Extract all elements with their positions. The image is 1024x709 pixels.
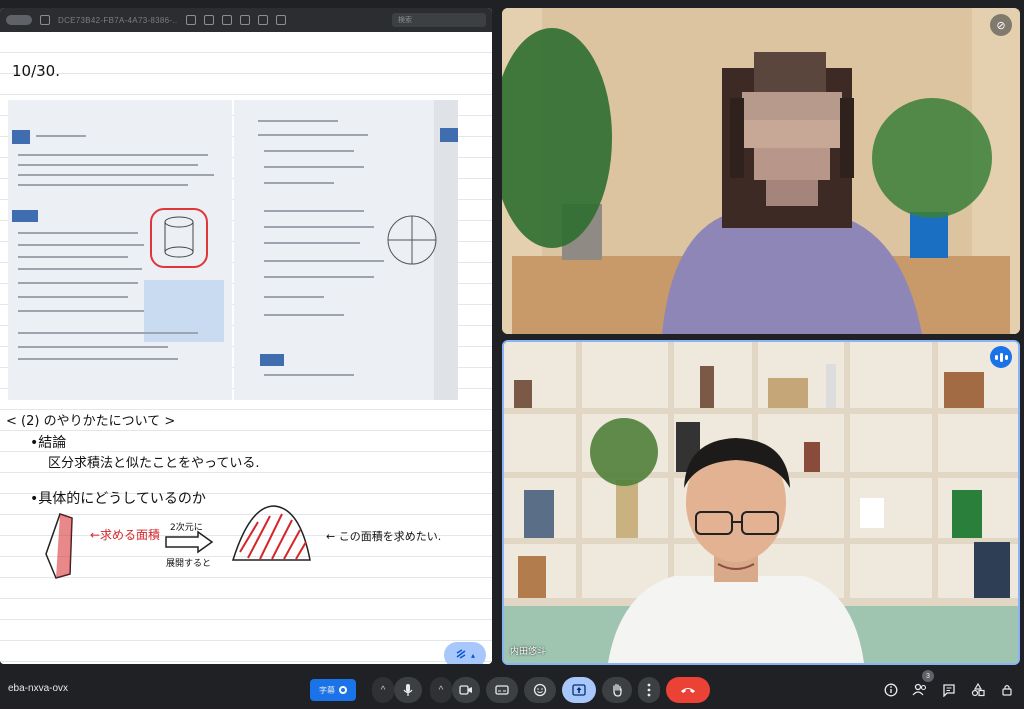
- speaking-indicator-icon: [990, 346, 1012, 368]
- note-date: 10/30.: [12, 62, 60, 80]
- sketch-hatched-dome: [231, 505, 311, 561]
- meet-window: DCE73B42-FB7A-4A73-8386-... 検索 10/30. < …: [0, 0, 1024, 709]
- chevron-up-icon: ^: [380, 684, 386, 696]
- pen-icon: [240, 15, 250, 25]
- host-controls-icon: [1002, 684, 1012, 696]
- meeting-code: eba-nxva-ovx: [8, 683, 69, 694]
- raise-hand-icon: [613, 683, 622, 697]
- note-section-heading: < (2) のやりかたについて >: [6, 414, 176, 429]
- search-doc-icon: [186, 15, 196, 25]
- record-dot-icon: [339, 686, 347, 694]
- copy-icon: [258, 15, 268, 25]
- audio-options-button[interactable]: ^: [372, 677, 394, 703]
- note-target-area-label: ←求める面積: [90, 528, 161, 542]
- shared-search-field: 検索: [392, 13, 486, 27]
- edit-icon: [276, 15, 286, 25]
- sketch-shaded-slice: [45, 513, 73, 579]
- circle-figure: [387, 215, 437, 265]
- reactions-button[interactable]: [524, 677, 556, 703]
- activities-button[interactable]: [970, 682, 986, 698]
- textbook-photo-left: [8, 100, 232, 400]
- microphone-button[interactable]: [394, 677, 422, 703]
- mic-icon: [403, 684, 413, 696]
- host-controls-button[interactable]: [999, 682, 1015, 698]
- captions-button[interactable]: [486, 677, 518, 703]
- video-options-button[interactable]: ^: [430, 677, 452, 703]
- share-icon: [222, 15, 232, 25]
- more-options-icon: [647, 683, 651, 697]
- captions-icon: [495, 685, 509, 695]
- captions-language-button[interactable]: 字幕: [310, 679, 356, 701]
- present-screen-button[interactable]: [562, 677, 596, 703]
- note-conclusion-detail: 区分求積法と似たことをやっている.: [48, 456, 260, 471]
- info-icon: [884, 683, 898, 697]
- meeting-controls-bar: eba-nxva-ovx 字幕 ^ ^ 3: [0, 670, 1024, 709]
- people-button[interactable]: [912, 682, 928, 698]
- captions-language-label: 字幕: [319, 685, 335, 695]
- end-call-icon: [681, 688, 695, 693]
- pencil-tool-button[interactable]: ▴: [444, 642, 486, 664]
- activities-icon: [971, 683, 985, 697]
- raise-hand-button[interactable]: [602, 677, 632, 703]
- more-options-button[interactable]: [638, 677, 660, 703]
- chat-icon: [943, 684, 955, 697]
- zoom-icon: [204, 15, 214, 25]
- shared-app-toolbar: DCE73B42-FB7A-4A73-8386-... 検索: [0, 8, 492, 32]
- participant-figure: [662, 52, 922, 334]
- speaker-figure: [608, 438, 864, 663]
- camera-button[interactable]: [452, 677, 480, 703]
- expand-caret-icon: ▴: [470, 650, 475, 660]
- note-wanted-area-label: ← この面積を求めたい.: [326, 530, 442, 543]
- note-specific-title: •具体的にどうしているのか: [30, 491, 206, 507]
- participant-video-tile[interactable]: ⊘: [502, 8, 1020, 334]
- people-icon: [912, 683, 927, 696]
- muted-mic-icon: ⊘: [990, 14, 1012, 36]
- people-count-badge: 3: [922, 670, 934, 682]
- present-icon: [572, 684, 586, 696]
- note-arrow-caption-bottom: 展開すると: [166, 559, 212, 569]
- scribble-icon: [455, 648, 467, 663]
- meeting-details-button[interactable]: [883, 682, 899, 698]
- window-pill: [6, 15, 32, 25]
- chevron-up-icon: ^: [438, 684, 444, 696]
- camera-icon: [459, 685, 472, 695]
- speaker-video-tile[interactable]: 内田悠斗: [502, 340, 1020, 665]
- shared-screen: DCE73B42-FB7A-4A73-8386-... 検索 10/30. < …: [0, 8, 492, 664]
- sketch-big-arrow: [165, 530, 214, 554]
- textbook-photo-right: [234, 100, 458, 400]
- emoji-icon: [533, 683, 547, 697]
- participant-name-tag: 内田悠斗: [510, 646, 547, 656]
- document-title: DCE73B42-FB7A-4A73-8386-...: [58, 15, 178, 25]
- cylinder-figure: [164, 216, 194, 258]
- leave-call-button[interactable]: [666, 677, 710, 703]
- sidebar-icon: [40, 15, 50, 25]
- chat-button[interactable]: [941, 682, 957, 698]
- note-conclusion-title: •結論: [30, 435, 67, 451]
